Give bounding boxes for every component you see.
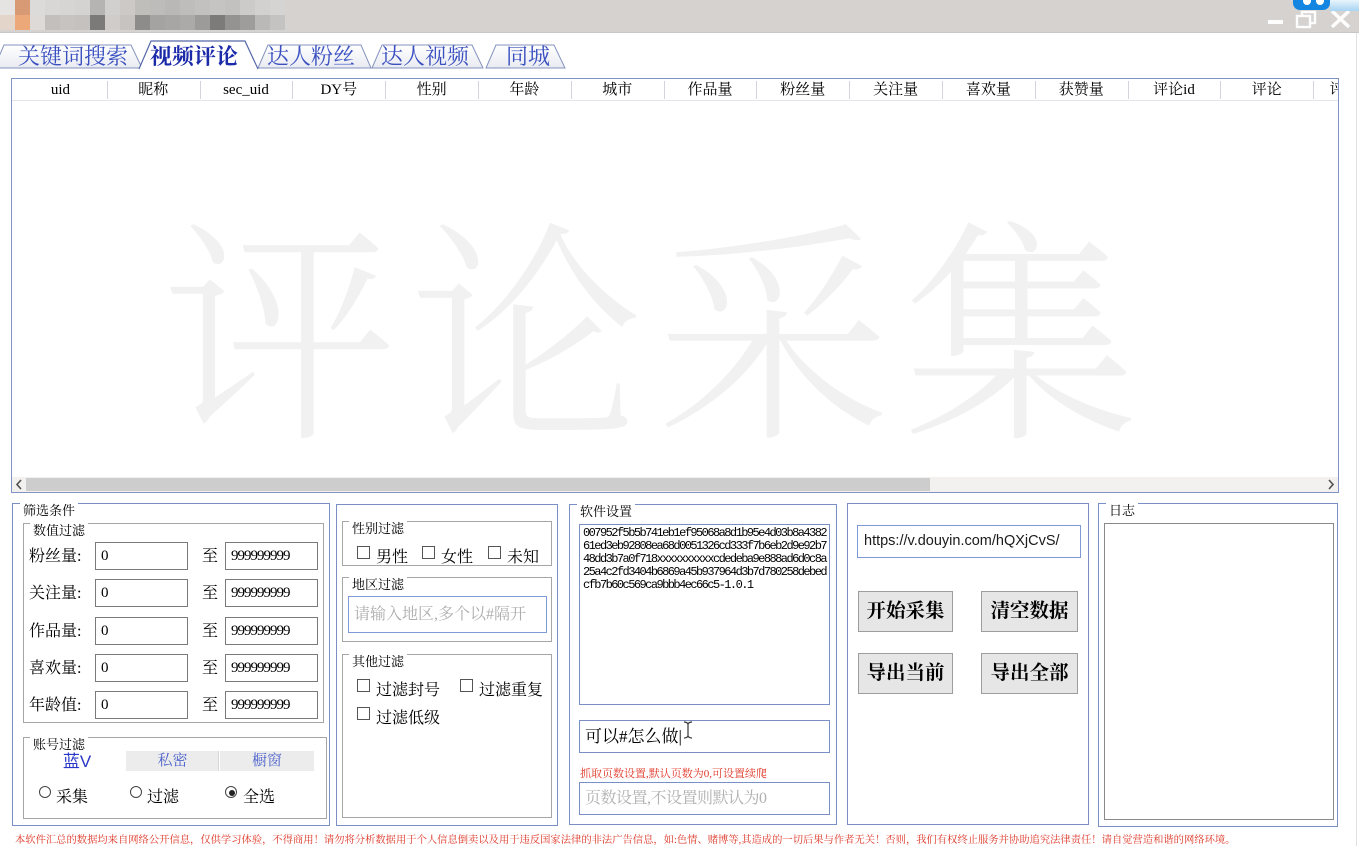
- svg-text:同城: 同城: [506, 44, 550, 69]
- svg-text:关键词搜索: 关键词搜索: [18, 44, 128, 69]
- svg-text:达人粉丝: 达人粉丝: [267, 44, 355, 69]
- svg-text:达人视频: 达人视频: [381, 44, 470, 69]
- svg-text:视频评论: 视频评论: [150, 44, 238, 69]
